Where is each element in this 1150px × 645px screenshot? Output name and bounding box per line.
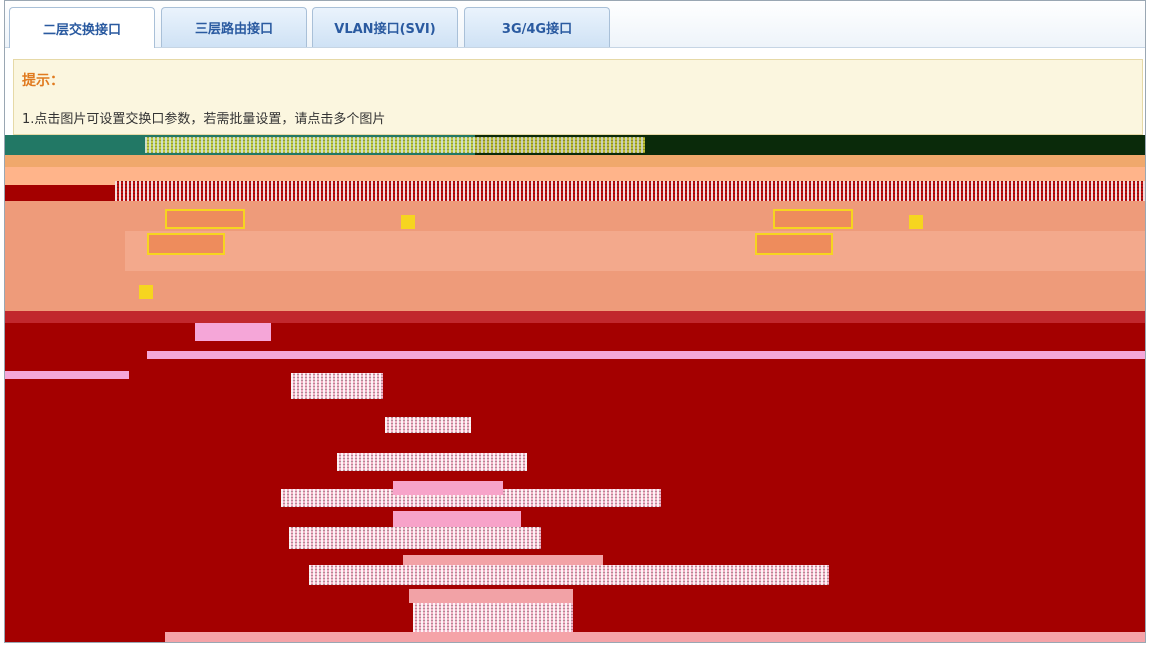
tip-line-1: 1.点击图片可设置交换口参数，若需批量设置，请点击多个图片 — [22, 112, 386, 127]
glitch-noise — [145, 137, 645, 153]
port-indicator — [909, 215, 923, 229]
interface-config-window: 二层交换接口 三层路由接口 VLAN接口(SVI) 3G/4G接口 提示： 1.… — [4, 0, 1146, 643]
port-glitch — [773, 209, 853, 229]
glitch-noise — [309, 565, 829, 585]
glitch-band — [393, 481, 503, 495]
glitch-band — [5, 371, 129, 379]
tab-vlan-svi-interface[interactable]: VLAN接口(SVI) — [312, 7, 458, 47]
glitch-band — [125, 231, 1145, 271]
glitch-band — [5, 311, 1145, 323]
port-indicator — [139, 285, 153, 299]
tab-layer2-switch-interface[interactable]: 二层交换接口 — [9, 7, 155, 48]
port-panel-corrupted — [5, 135, 1145, 642]
port-glitch — [165, 209, 245, 229]
port-glitch — [147, 233, 225, 255]
glitch-noise — [289, 527, 541, 549]
glitch-band — [195, 323, 271, 341]
port-glitch — [755, 233, 833, 255]
tip-title: 提示： — [22, 73, 64, 89]
tab-layer3-route-interface[interactable]: 三层路由接口 — [161, 7, 307, 47]
port-indicator — [401, 215, 415, 229]
tip-panel: 提示： 1.点击图片可设置交换口参数，若需批量设置，请点击多个图片 — [13, 59, 1143, 135]
glitch-noise — [413, 603, 573, 633]
glitch-band — [165, 632, 1145, 642]
glitch-band — [5, 155, 1145, 167]
glitch-noise — [385, 417, 471, 433]
glitch-noise — [291, 373, 383, 399]
glitch-noise — [115, 181, 1145, 203]
glitch-band — [147, 351, 1145, 359]
glitch-noise — [337, 453, 527, 471]
tab-3g4g-interface[interactable]: 3G/4G接口 — [464, 7, 610, 47]
tab-bar: 二层交换接口 三层路由接口 VLAN接口(SVI) 3G/4G接口 — [5, 1, 1145, 48]
glitch-band — [409, 589, 573, 603]
